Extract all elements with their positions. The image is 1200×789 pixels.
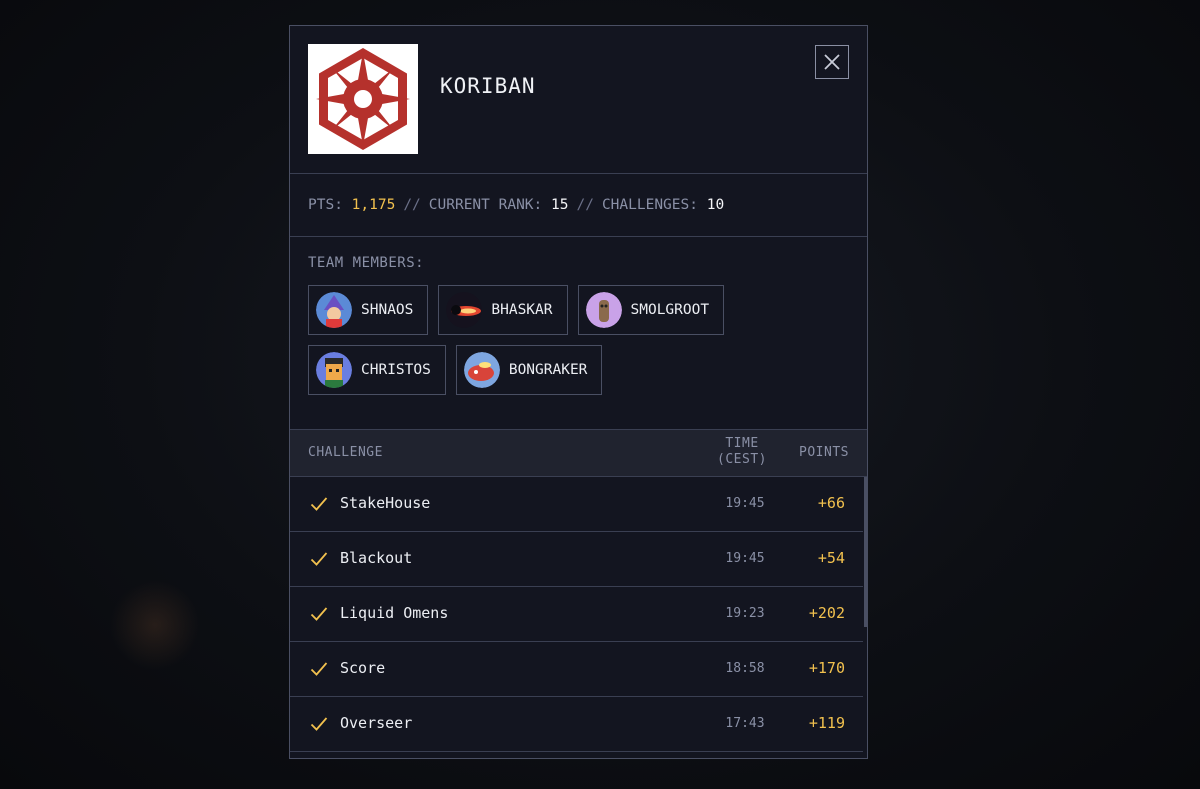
checkmark-icon xyxy=(310,662,328,676)
member-chip-smolgroot[interactable]: SMOLGROOT xyxy=(577,285,725,335)
challenge-table-header: CHALLENGE TIME (CEST) POINTS xyxy=(290,429,867,477)
checkmark-icon xyxy=(310,607,328,621)
separator: // xyxy=(576,197,594,213)
avatar xyxy=(463,352,500,388)
challenge-points: +66 xyxy=(817,494,845,512)
col-time-header: TIME (CEST) xyxy=(702,436,782,468)
challenge-time: 19:45 xyxy=(725,496,765,511)
pts-value: 1,175 xyxy=(351,197,396,213)
member-list: SHNAOS BHASKAR SMOLGROOT CHRISTOS BONGRA… xyxy=(308,285,758,395)
avatar xyxy=(446,292,483,328)
close-button[interactable] xyxy=(815,45,849,79)
table-row[interactable]: Overseer 17:43 +119 xyxy=(290,697,863,752)
col-time-zone: (CEST) xyxy=(717,452,767,467)
challenge-time: 19:45 xyxy=(725,551,765,566)
team-name: KORIBAN xyxy=(440,74,536,98)
sith-emblem-icon xyxy=(316,48,410,150)
challenge-points: +119 xyxy=(808,714,845,732)
table-row[interactable]: Score 18:58 +170 xyxy=(290,642,863,697)
challenge-list[interactable]: StakeHouse 19:45 +66 Blackout 19:45 +54 … xyxy=(290,477,867,752)
avatar xyxy=(316,292,352,328)
members-title: TEAM MEMBERS: xyxy=(308,255,425,271)
close-icon xyxy=(824,54,840,70)
challenge-name: Overseer xyxy=(340,714,413,732)
challenge-time: 17:43 xyxy=(725,716,765,731)
member-chip-bhaskar[interactable]: BHASKAR xyxy=(438,285,568,335)
col-points-header: POINTS xyxy=(799,445,849,460)
challenge-points: +202 xyxy=(808,604,845,622)
separator: // xyxy=(403,197,421,213)
avatar xyxy=(316,352,352,388)
backdrop xyxy=(110,580,200,670)
member-chip-shnaos[interactable]: SHNAOS xyxy=(308,285,429,335)
challenge-time: 19:23 xyxy=(725,606,765,621)
member-name: BHASKAR xyxy=(491,302,553,318)
challenges-label: CHALLENGES: xyxy=(601,197,698,213)
team-modal: KORIBAN PTS: 1,175 // CURRENT RANK: 15 /… xyxy=(289,25,868,759)
col-challenge-header: CHALLENGE xyxy=(308,445,383,460)
checkmark-icon xyxy=(310,497,328,511)
challenge-name: Blackout xyxy=(340,549,413,567)
member-name: SHNAOS xyxy=(361,302,414,318)
team-members: TEAM MEMBERS: SHNAOS BHASKAR SMOLGROOT C… xyxy=(290,237,867,429)
scrollbar[interactable] xyxy=(864,477,867,627)
member-name: CHRISTOS xyxy=(361,362,431,378)
avatar xyxy=(585,292,622,328)
member-name: BONGRAKER xyxy=(508,362,588,378)
pts-label: PTS: xyxy=(308,197,343,213)
challenge-name: Score xyxy=(340,659,386,677)
checkmark-icon xyxy=(310,717,328,731)
member-chip-christos[interactable]: CHRISTOS xyxy=(308,345,446,395)
challenges-value: 10 xyxy=(706,197,725,213)
team-stats: PTS: 1,175 // CURRENT RANK: 15 // CHALLE… xyxy=(290,174,867,237)
col-time-label: TIME xyxy=(725,436,759,451)
table-row[interactable]: StakeHouse 19:45 +66 xyxy=(290,477,863,532)
modal-header: KORIBAN xyxy=(290,26,867,174)
team-logo xyxy=(308,44,418,154)
member-name: SMOLGROOT xyxy=(630,302,710,318)
rank-value: 15 xyxy=(551,197,569,213)
member-chip-bongraker[interactable]: BONGRAKER xyxy=(455,345,603,395)
challenge-points: +170 xyxy=(808,659,845,677)
challenge-points: +54 xyxy=(817,549,845,567)
challenge-name: Liquid Omens xyxy=(340,604,449,622)
rank-label: CURRENT RANK: xyxy=(428,197,543,213)
challenge-time: 18:58 xyxy=(725,661,765,676)
table-row[interactable]: Liquid Omens 19:23 +202 xyxy=(290,587,863,642)
challenge-name: StakeHouse xyxy=(340,494,431,512)
table-row[interactable]: Blackout 19:45 +54 xyxy=(290,532,863,587)
checkmark-icon xyxy=(310,552,328,566)
